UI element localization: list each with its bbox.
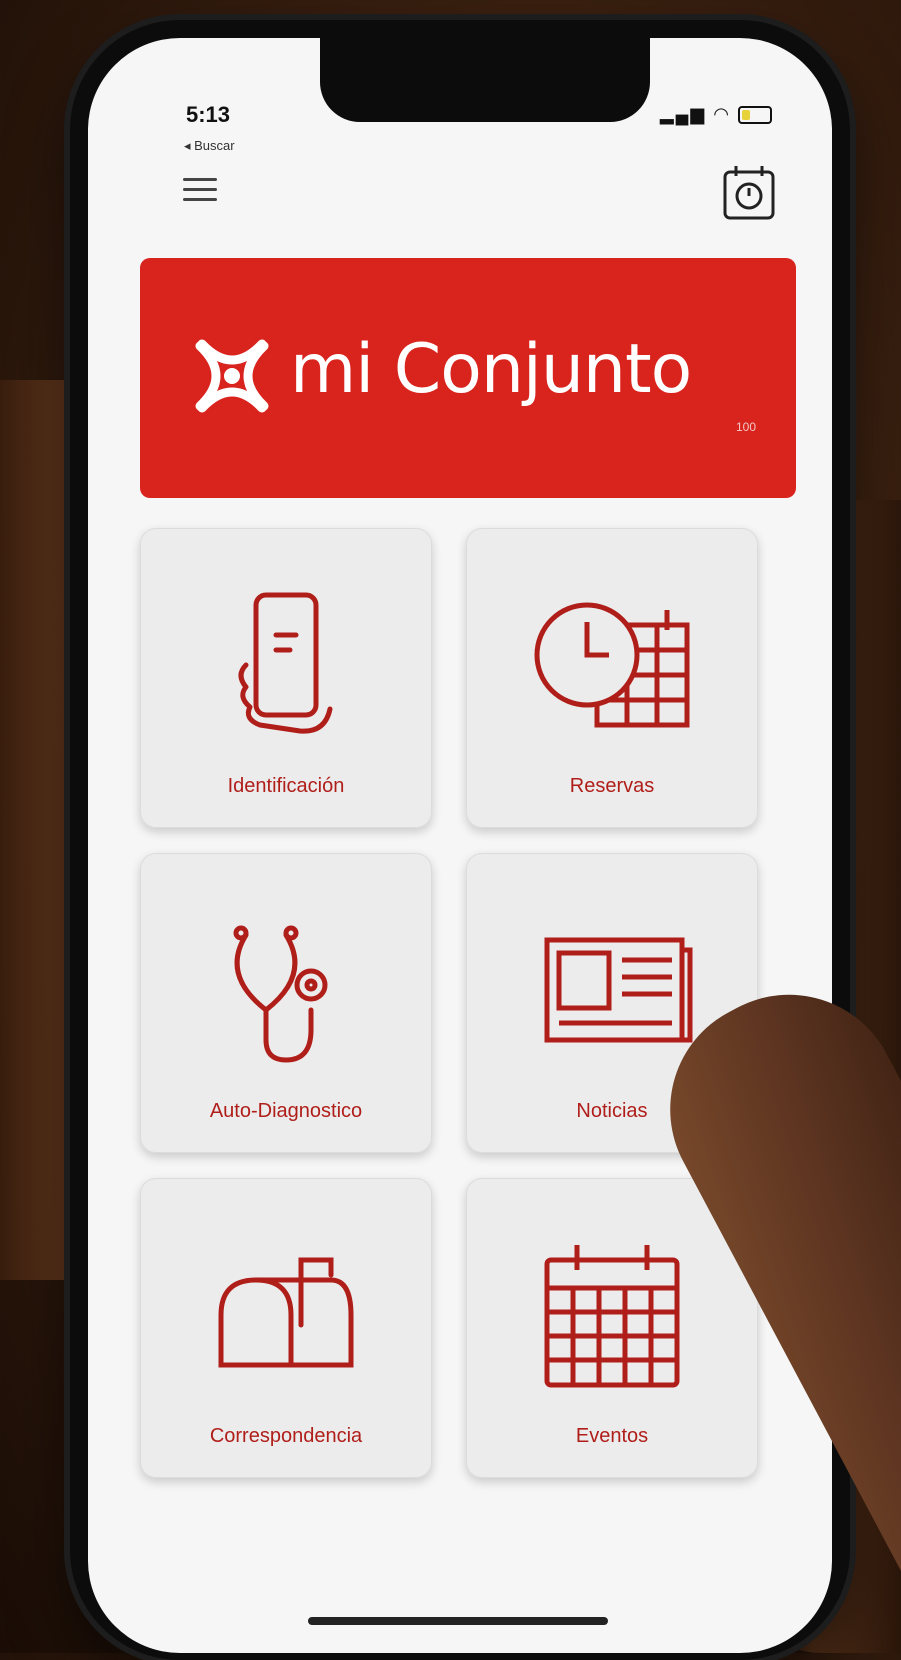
tile-reservas[interactable]: Reservas [466, 528, 758, 828]
tile-correspondencia[interactable]: Correspondencia [140, 1178, 432, 1478]
back-to-search-link[interactable]: ◂ Buscar [184, 138, 235, 154]
phone-notch [320, 38, 650, 122]
calendar-icon [544, 1245, 680, 1388]
tile-auto-diagnostico[interactable]: Auto-Diagnostico [140, 853, 432, 1153]
app-banner: mi Conjunto 100 [140, 258, 796, 498]
tile-label: Identificación [227, 775, 345, 797]
phone-hand-icon [238, 592, 333, 734]
clock-calendar-icon [534, 602, 690, 728]
status-icons: ▂▄▆ ◠ [660, 104, 772, 125]
tile-label: Correspondencia [209, 1425, 363, 1447]
tile-label: Auto-Diagnostico [209, 1100, 363, 1122]
home-indicator[interactable] [308, 1617, 608, 1625]
banner-subtitle: 100 [735, 420, 756, 434]
mi-conjunto-logo-icon [195, 339, 269, 413]
hamburger-icon[interactable] [183, 178, 217, 202]
tile-label: Reservas [569, 775, 655, 797]
tile-identificacion[interactable]: Identificación [140, 528, 432, 828]
signal-wifi-icon: ▂▄▆ ◠ [659, 104, 731, 124]
stethoscope-icon [233, 925, 328, 1063]
battery-icon [738, 106, 772, 125]
newspaper-icon [544, 937, 693, 1043]
banner-title: mi Conjunto [290, 330, 692, 409]
calendar-clock-icon[interactable] [722, 164, 776, 222]
tile-label: Eventos [575, 1425, 649, 1447]
phone-frame: 5:13 ◂ Buscar ▂▄▆ ◠ mi Conjunto 100 Iden… [70, 20, 850, 1660]
tile-eventos[interactable]: Eventos [466, 1178, 758, 1478]
app-screen: 5:13 ◂ Buscar ▂▄▆ ◠ mi Conjunto 100 Iden… [88, 38, 832, 1653]
status-time: 5:13 [186, 102, 231, 127]
mailbox-icon [218, 1257, 354, 1368]
